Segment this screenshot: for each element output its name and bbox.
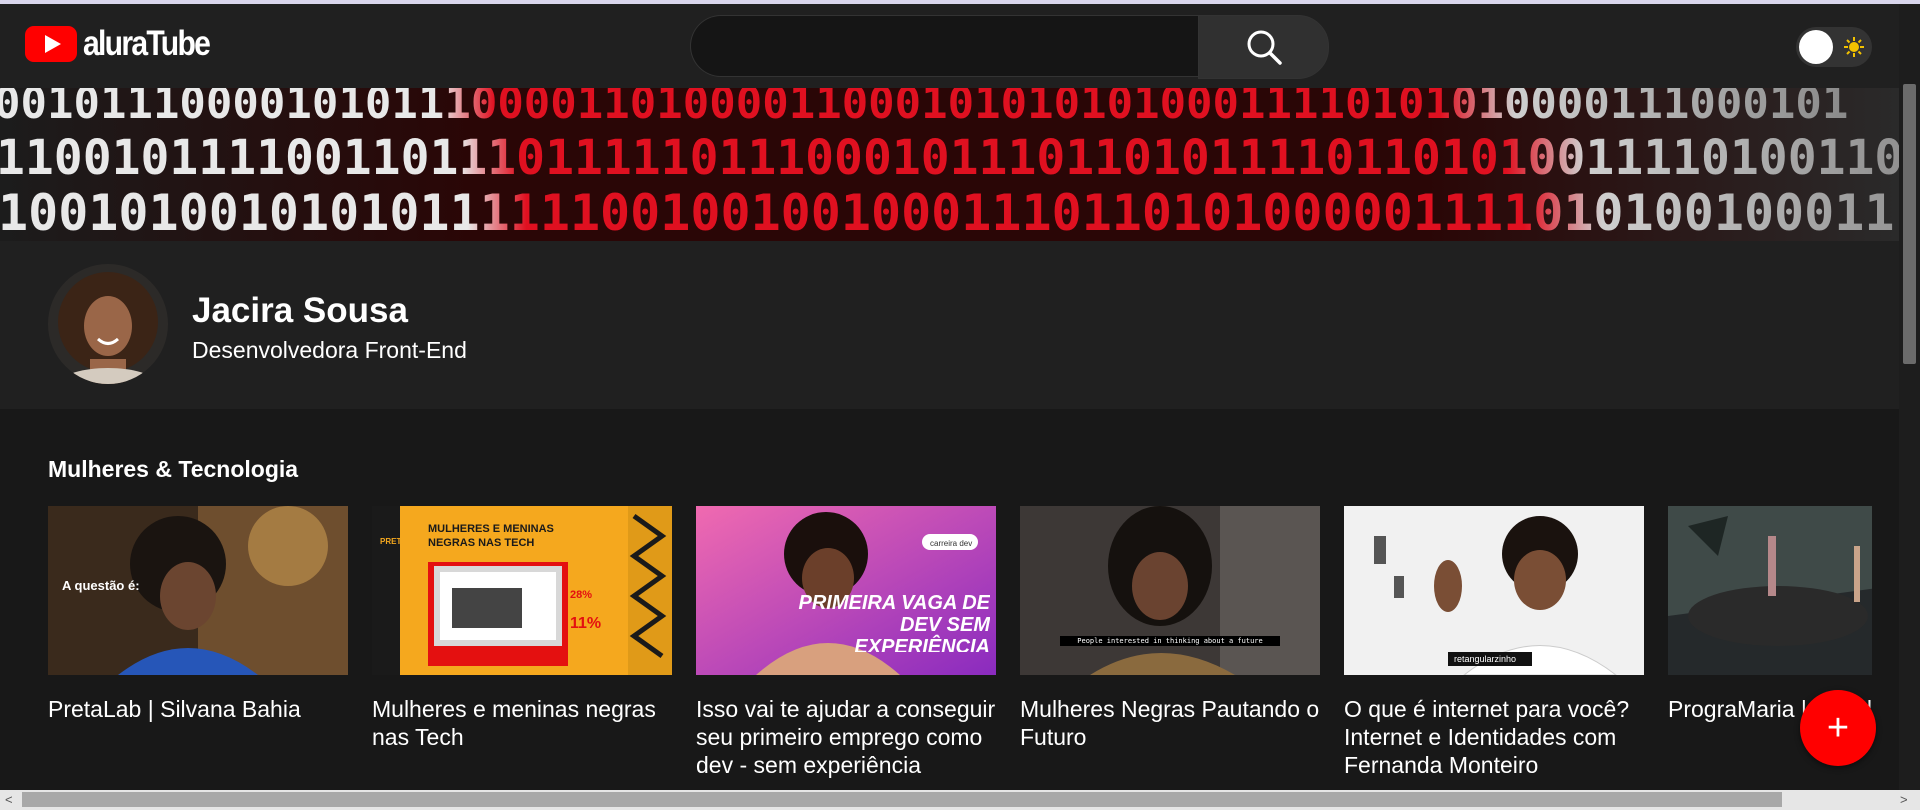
video-thumbnail[interactable]: retangularzinho: [1344, 506, 1644, 675]
thumbnail-brand: PRETO: [380, 537, 407, 546]
scroll-right-arrow-icon[interactable]: >: [1900, 792, 1908, 807]
profile-banner: 0010111000010101110000110100001100010101…: [0, 88, 1899, 241]
sun-icon: [1844, 37, 1864, 57]
thumbnail-caption: People interested in thinking about a fu…: [1060, 636, 1280, 646]
video-title[interactable]: Mulheres e meninas negras nas Tech: [372, 695, 672, 751]
video-thumbnail[interactable]: People interested in thinking about a fu…: [1020, 506, 1320, 675]
binary-row-3: 1001010010101011111100100100100011101101…: [0, 184, 1899, 241]
video-thumbnail[interactable]: PRETO MULHERES E MENINAS NEGRAS NAS TECH…: [372, 506, 672, 675]
horizontal-scrollbar[interactable]: < >: [0, 790, 1920, 810]
theme-toggle[interactable]: [1796, 27, 1872, 67]
search-icon: [1247, 30, 1282, 65]
horizontal-scrollbar-thumb[interactable]: [22, 792, 1782, 807]
video-thumbnail[interactable]: carreira dev PRIMEIRA VAGA DE DEV SEM EX…: [696, 506, 996, 675]
thumbnail-stat: 28%: [570, 589, 592, 601]
video-title[interactable]: Isso vai te ajudar a conseguir seu prime…: [696, 695, 996, 779]
profile-name: Jacira Sousa: [192, 291, 408, 330]
thumbnail-caption: MULHERES E MENINAS NEGRAS NAS TECH: [428, 523, 554, 549]
app-header: aluraTube: [0, 4, 1899, 89]
thumbnail-caption: A questão é:: [62, 578, 140, 593]
vertical-scrollbar[interactable]: [1899, 4, 1920, 790]
video-card[interactable]: carreira dev PRIMEIRA VAGA DE DEV SEM EX…: [696, 506, 996, 779]
thumbnail-badge: carreira dev: [930, 539, 972, 548]
toggle-knob: [1799, 30, 1833, 64]
search-bar: [690, 15, 1329, 79]
video-thumbnail[interactable]: A questão é:: [48, 506, 348, 675]
video-title[interactable]: Mulheres Negras Pautando o Futuro: [1020, 695, 1320, 751]
binary-row-2: 1100101111001101110111110111000101110110…: [0, 130, 1899, 186]
video-title[interactable]: O que é internet para você? Internet e I…: [1344, 695, 1644, 779]
logo[interactable]: aluraTube: [25, 24, 230, 64]
thumbnail-caption: retangularzinho: [1454, 654, 1516, 664]
avatar: [48, 264, 168, 384]
thumbnail-caption: PRIMEIRA VAGA DE DEV SEM EXPERIÊNCIA: [798, 592, 991, 652]
binary-row-1: 0010111000010101110000110100001100010101…: [0, 88, 1848, 129]
youtube-logo-icon: [25, 26, 77, 62]
profile-role: Desenvolvedora Front-End: [192, 337, 467, 363]
profile-section: Jacira Sousa Desenvolvedora Front-End: [0, 241, 1899, 409]
add-video-button[interactable]: +: [1800, 690, 1876, 766]
vertical-scrollbar-thumb[interactable]: [1903, 84, 1916, 364]
video-card[interactable]: People interested in thinking about a fu…: [1020, 506, 1320, 751]
video-title[interactable]: PretaLab | Silvana Bahia: [48, 695, 348, 723]
search-input[interactable]: [690, 15, 1198, 77]
video-card[interactable]: PRETO MULHERES E MENINAS NEGRAS NAS TECH…: [372, 506, 672, 751]
logo-text: aluraTube: [83, 24, 211, 63]
scroll-left-arrow-icon[interactable]: <: [5, 792, 13, 807]
video-thumbnail[interactable]: [1668, 506, 1872, 675]
video-list: A questão é: PretaLab | Silvana Bahia PR…: [48, 506, 1872, 790]
playlist-title: Mulheres & Tecnologia: [48, 456, 299, 482]
search-button[interactable]: [1198, 15, 1329, 79]
video-card[interactable]: retangularzinho O que é internet para vo…: [1344, 506, 1644, 779]
binary-code-banner-image: 0010111000010101110000110100001100010101…: [0, 88, 1899, 241]
video-card[interactable]: A questão é: PretaLab | Silvana Bahia: [48, 506, 348, 723]
thumbnail-stat: 11%: [570, 615, 601, 632]
page: aluraTube 001011100001010111000011010000…: [0, 4, 1899, 790]
